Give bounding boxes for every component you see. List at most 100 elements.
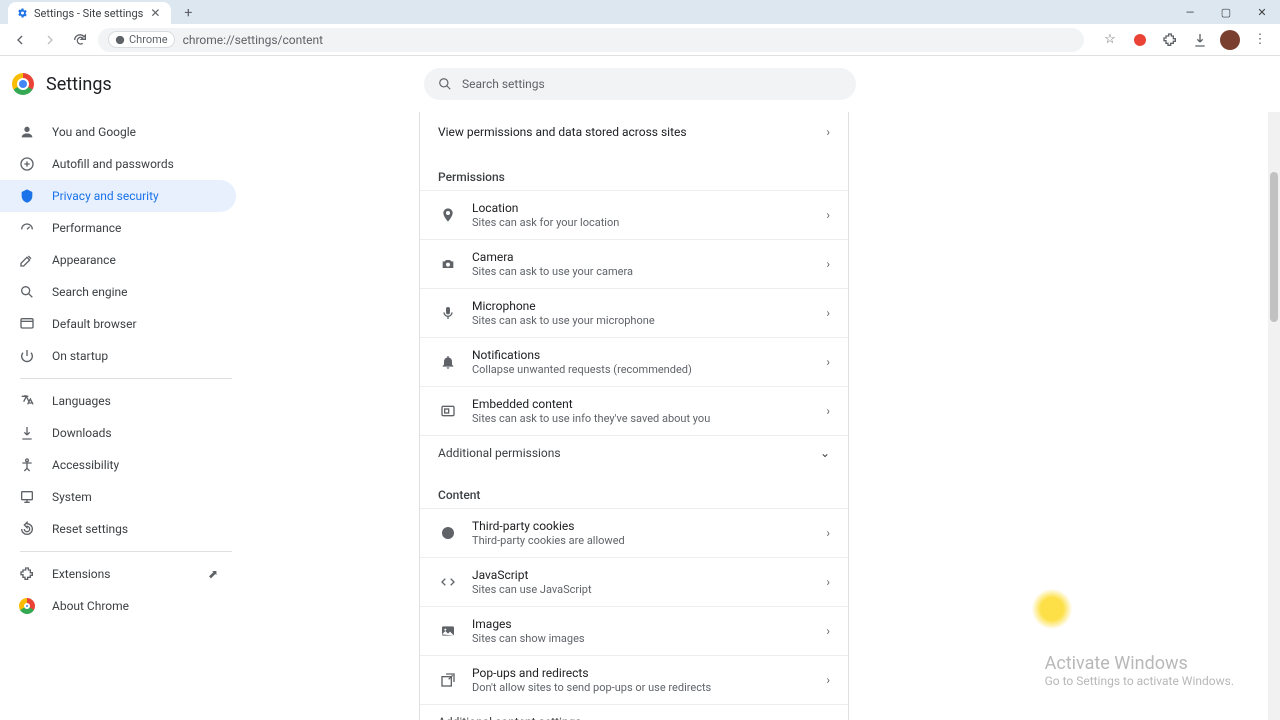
window-controls: — ▢ ✕ [1172,0,1280,24]
nav-privacy-security[interactable]: Privacy and security [0,180,236,212]
nav-search-engine[interactable]: Search engine [0,276,236,308]
row-embedded-content[interactable]: Embedded contentSites can ask to use inf… [420,386,848,435]
back-button[interactable] [8,28,32,52]
nav-label: About Chrome [52,599,129,613]
chevron-right-icon: › [826,673,830,687]
nav-on-startup[interactable]: On startup [0,340,236,372]
close-window-button[interactable]: ✕ [1244,0,1280,24]
chevron-right-icon: › [826,208,830,222]
record-icon[interactable] [1128,28,1152,52]
external-link-icon: ⬈ [208,567,218,581]
nav-label: Autofill and passwords [52,157,174,171]
chevron-down-icon: ⌄ [820,446,830,460]
cursor-highlight [1032,589,1072,629]
settings-card: View permissions and data stored across … [420,112,848,720]
tab-title: Settings - Site settings [34,7,143,20]
search-icon [438,77,452,91]
nav-extensions[interactable]: Extensions ⬈ [0,558,236,590]
omnibox[interactable]: Chrome chrome://settings/content [98,28,1084,52]
nav-label: System [52,490,92,504]
settings-sidebar: You and Google Autofill and passwords Pr… [0,112,252,720]
chevron-right-icon: › [826,355,830,369]
chevron-right-icon: › [826,624,830,638]
microphone-icon [438,303,458,323]
nav-label: Extensions [52,567,110,581]
scrollbar-thumb[interactable] [1270,172,1278,322]
browser-titlebar: Settings - Site settings ✕ + — ▢ ✕ [0,0,1280,24]
download-icon [18,424,36,442]
system-icon [18,488,36,506]
minimize-button[interactable]: — [1172,0,1208,24]
reload-button[interactable] [68,28,92,52]
menu-icon[interactable]: ⋮ [1248,28,1272,52]
sidebar-divider [20,551,232,552]
new-tab-button[interactable]: + [177,2,199,24]
extensions-icon[interactable] [1158,28,1182,52]
nav-you-and-google[interactable]: You and Google [0,116,236,148]
chevron-right-icon: › [826,404,830,418]
nav-appearance[interactable]: Appearance [0,244,236,276]
chevron-right-icon: › [826,575,830,589]
row-view-permissions[interactable]: View permissions and data stored across … [420,112,848,152]
row-notifications[interactable]: NotificationsCollapse unwanted requests … [420,337,848,386]
search-icon [18,283,36,301]
star-icon[interactable]: ☆ [1098,28,1122,52]
sidebar-divider [20,378,232,379]
row-third-party-cookies[interactable]: Third-party cookiesThird-party cookies a… [420,508,848,557]
chrome-logo-icon [12,73,34,95]
nav-label: Appearance [52,253,116,267]
nav-reset[interactable]: Reset settings [0,513,236,545]
code-icon [438,572,458,592]
nav-default-browser[interactable]: Default browser [0,308,236,340]
settings-search[interactable]: Search settings [424,68,856,100]
row-popups-redirects[interactable]: Pop-ups and redirectsDon't allow sites t… [420,655,848,704]
settings-header: Settings Search settings [0,56,1280,112]
nav-label: Reset settings [52,522,128,536]
nav-downloads[interactable]: Downloads [0,417,236,449]
profile-avatar[interactable] [1218,28,1242,52]
download-icon[interactable] [1188,28,1212,52]
settings-title: Settings [46,74,112,95]
chevron-right-icon: › [826,526,830,540]
image-icon [438,621,458,641]
browser-icon [18,315,36,333]
reset-icon [18,520,36,538]
row-microphone[interactable]: MicrophoneSites can ask to use your micr… [420,288,848,337]
nav-autofill[interactable]: Autofill and passwords [0,148,236,180]
permissions-header: Permissions [420,152,848,190]
nav-label: Downloads [52,426,112,440]
nav-label: On startup [52,349,108,363]
autofill-icon [18,155,36,173]
maximize-button[interactable]: ▢ [1208,0,1244,24]
puzzle-icon [18,565,36,583]
popup-icon [438,670,458,690]
row-location[interactable]: LocationSites can ask for your location … [420,190,848,239]
nav-system[interactable]: System [0,481,236,513]
row-additional-permissions[interactable]: Additional permissions ⌄ [420,435,848,470]
close-tab-icon[interactable]: ✕ [149,7,161,19]
chevron-right-icon: › [826,257,830,271]
scrollbar[interactable] [1268,112,1280,720]
browser-tab[interactable]: Settings - Site settings ✕ [8,2,171,24]
nav-label: You and Google [52,125,136,139]
chevron-right-icon: › [826,125,830,139]
paint-icon [18,251,36,269]
nav-accessibility[interactable]: Accessibility [0,449,236,481]
location-icon [438,205,458,225]
nav-label: Default browser [52,317,137,331]
nav-about-chrome[interactable]: About Chrome [0,590,236,622]
person-icon [18,123,36,141]
nav-label: Search engine [52,285,127,299]
nav-languages[interactable]: Languages [0,385,236,417]
browser-toolbar: Chrome chrome://settings/content ☆ ⋮ [0,24,1280,56]
shield-icon [18,187,36,205]
search-placeholder: Search settings [462,77,545,91]
row-additional-content-settings[interactable]: Additional content settings ⌄ [420,704,848,720]
chevron-down-icon: ⌄ [820,715,830,720]
row-javascript[interactable]: JavaScriptSites can use JavaScript › [420,557,848,606]
forward-button[interactable] [38,28,62,52]
nav-performance[interactable]: Performance [0,212,236,244]
chrome-icon [18,597,36,615]
row-camera[interactable]: CameraSites can ask to use your camera › [420,239,848,288]
row-images[interactable]: ImagesSites can show images › [420,606,848,655]
